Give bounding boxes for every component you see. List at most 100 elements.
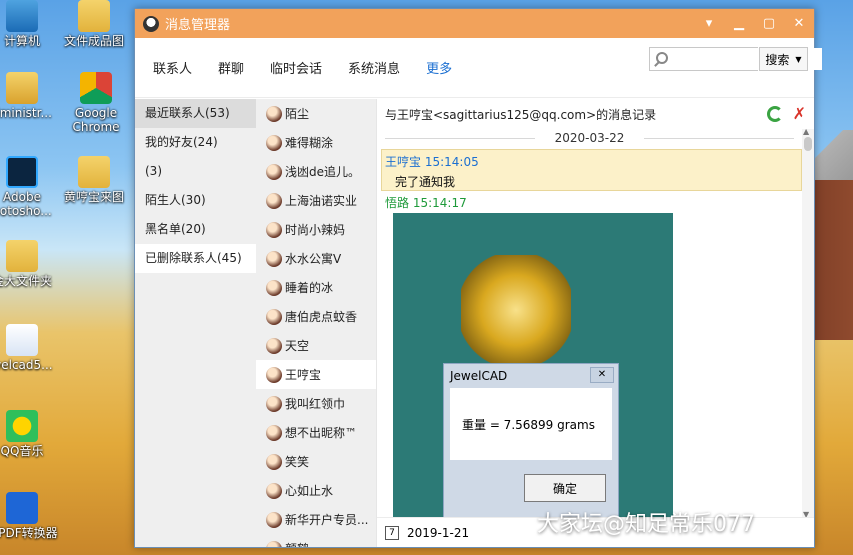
chat-actions: ✗ (766, 106, 806, 122)
desktop-icon-label: 黄哼宝来图 (63, 190, 124, 204)
avatar (266, 395, 282, 412)
contact-item[interactable]: 睡着的冰 (256, 273, 376, 302)
contact-item[interactable]: 唐伯虎点蚊香 (256, 302, 376, 331)
desktop-icon-folder-products[interactable]: 文件成品图 (58, 0, 130, 48)
desktop-icon-label: Google Chrome (72, 106, 120, 134)
desktop-icon-label: welcad5... (0, 358, 53, 372)
contact-item[interactable]: 笑笑 (256, 447, 376, 476)
tab-more[interactable]: 更多 (426, 58, 452, 77)
contact-item[interactable]: 想不出昵称™ (256, 418, 376, 447)
close-button[interactable]: ✕ (784, 9, 814, 38)
search-button[interactable]: 搜索 ▼ (759, 47, 808, 71)
avatar (266, 192, 282, 209)
contact-name: 心如止水 (285, 484, 334, 498)
category-item-recent[interactable]: 最近联系人(53) (135, 99, 256, 128)
minimize-button[interactable]: ▁ (724, 9, 754, 38)
contact-item[interactable]: 天空 (256, 331, 376, 360)
contact-name: 上海油诺实业 (285, 194, 358, 208)
avatar (266, 482, 282, 499)
avatar (266, 279, 282, 296)
desktop-icon-label: 金大文件夹 (0, 274, 52, 288)
desktop-icon-computer[interactable]: 计算机 (0, 0, 58, 48)
desktop-icon-chrome[interactable]: Google Chrome (60, 72, 132, 134)
calendar-icon[interactable]: 7 (385, 525, 399, 540)
category-item-strangers[interactable]: 陌生人(30) (135, 186, 256, 215)
contact-name: 水水公寓V (285, 252, 342, 266)
contact-item[interactable]: 上海油诺实业 (256, 186, 376, 215)
maximize-button[interactable]: ▢ (754, 9, 784, 38)
qq-penguin-icon (143, 15, 159, 32)
desktop-icon-folder-jinda[interactable]: 金大文件夹 (0, 240, 58, 288)
scrollbar-thumb[interactable] (804, 137, 812, 151)
desktop-icon-qqmusic[interactable]: QQ音乐 (0, 410, 58, 458)
category-item-unnamed[interactable]: (3) (135, 157, 256, 186)
category-item-deleted[interactable]: 已删除联系人(45) (135, 244, 256, 273)
window-title: 消息管理器 (165, 18, 231, 33)
desktop-icon-folder-huang[interactable]: 黄哼宝来图 (58, 156, 130, 204)
menu-dropdown-button[interactable]: ▾ (694, 9, 724, 38)
tab-contacts[interactable]: 联系人 (153, 58, 192, 77)
dialog-weight-text: 重量 = 7.56899 grams (450, 388, 612, 460)
desktop-icon-photoshop[interactable]: Adobe hotosho... (0, 156, 58, 218)
computer-icon (6, 0, 38, 32)
desktop-icon-label: 刻PDF转换器 (0, 526, 58, 540)
desktop-icon-jewelcad[interactable]: welcad5... (0, 324, 58, 372)
contact-name: 颜鹤 (285, 540, 369, 547)
message-sender: 王哼宝 15:14:05 (385, 155, 479, 169)
contact-item[interactable]: 难得糊涂 (256, 128, 376, 157)
contact-item[interactable]: 颜鹤 (256, 534, 376, 547)
desktop-icon-admin[interactable]: dministr... (0, 72, 58, 120)
dialog-close-button: ✕ (590, 367, 614, 383)
jewelcad-icon (6, 324, 38, 356)
pdf-icon (6, 492, 38, 524)
avatar (266, 424, 282, 441)
category-list: 最近联系人(53) 我的好友(24) (3) 陌生人(30) 黑名单(20) 已… (135, 99, 256, 547)
avatar (266, 511, 282, 528)
chat-scrollbar[interactable]: ▲ ▼ (802, 127, 814, 519)
watermark: 大家坛@知足常乐077 (537, 512, 755, 537)
chat-panel: 与王哼宝<sagittarius125@qq.com>的消息记录 ✗ 2020-… (376, 99, 814, 547)
contact-name: 陌尘 (285, 107, 310, 121)
contact-item[interactable]: 心如止水 (256, 476, 376, 505)
contact-name: 浅凼de追儿。 (285, 165, 361, 179)
desktop-icon-pdf[interactable]: 刻PDF转换器 (0, 492, 58, 540)
avatar (266, 221, 282, 238)
contact-item-selected[interactable]: 王哼宝 (256, 360, 376, 389)
category-item-friends[interactable]: 我的好友(24) (135, 128, 256, 157)
folder-icon (78, 0, 110, 32)
desktop-icon-label: Adobe hotosho... (0, 190, 52, 218)
contact-name: 笑笑 (285, 455, 310, 469)
contact-item[interactable]: 新华开户专员... (256, 505, 376, 534)
image-message[interactable]: JewelCAD ✕ 重量 = 7.56899 grams 确定 (393, 213, 673, 523)
contact-item[interactable]: 我叫红领巾 (256, 389, 376, 418)
avatar (266, 105, 282, 122)
message-text: 完了通知我 (395, 175, 456, 189)
scroll-up-icon[interactable]: ▲ (803, 127, 809, 136)
folder-icon (78, 156, 110, 188)
jewelcad-dialog: JewelCAD ✕ 重量 = 7.56899 grams 确定 (443, 363, 619, 523)
desktop-icon-label: QQ音乐 (0, 444, 44, 458)
contact-name: 睡着的冰 (285, 281, 334, 295)
tab-system-messages[interactable]: 系统消息 (348, 58, 400, 77)
contact-item[interactable]: 浅凼de追儿。 (256, 157, 376, 186)
contact-name: 王哼宝 (285, 368, 322, 382)
avatar (266, 366, 282, 383)
desktop-icon-label: dministr... (0, 106, 52, 120)
refresh-icon[interactable] (766, 106, 783, 122)
main-content: 最近联系人(53) 我的好友(24) (3) 陌生人(30) 黑名单(20) 已… (135, 99, 814, 547)
avatar (266, 308, 282, 325)
contact-item[interactable]: 陌尘 (256, 99, 376, 128)
contact-item[interactable]: 水水公寓V (256, 244, 376, 273)
tab-groups[interactable]: 群聊 (218, 58, 244, 77)
contact-name: 天空 (285, 339, 310, 353)
tab-temp-sessions[interactable]: 临时会话 (270, 58, 322, 77)
footer-date[interactable]: 2019-1-21 (407, 526, 469, 540)
contact-name: 我叫红领巾 (285, 397, 346, 411)
qqmusic-icon (6, 410, 38, 442)
chevron-down-icon[interactable]: ▼ (795, 55, 801, 64)
contact-item[interactable]: 时尚小辣妈 (256, 215, 376, 244)
desktop-icon-label: 文件成品图 (63, 34, 124, 48)
category-item-blacklist[interactable]: 黑名单(20) (135, 215, 256, 244)
delete-icon[interactable]: ✗ (793, 106, 806, 122)
avatar (266, 453, 282, 470)
